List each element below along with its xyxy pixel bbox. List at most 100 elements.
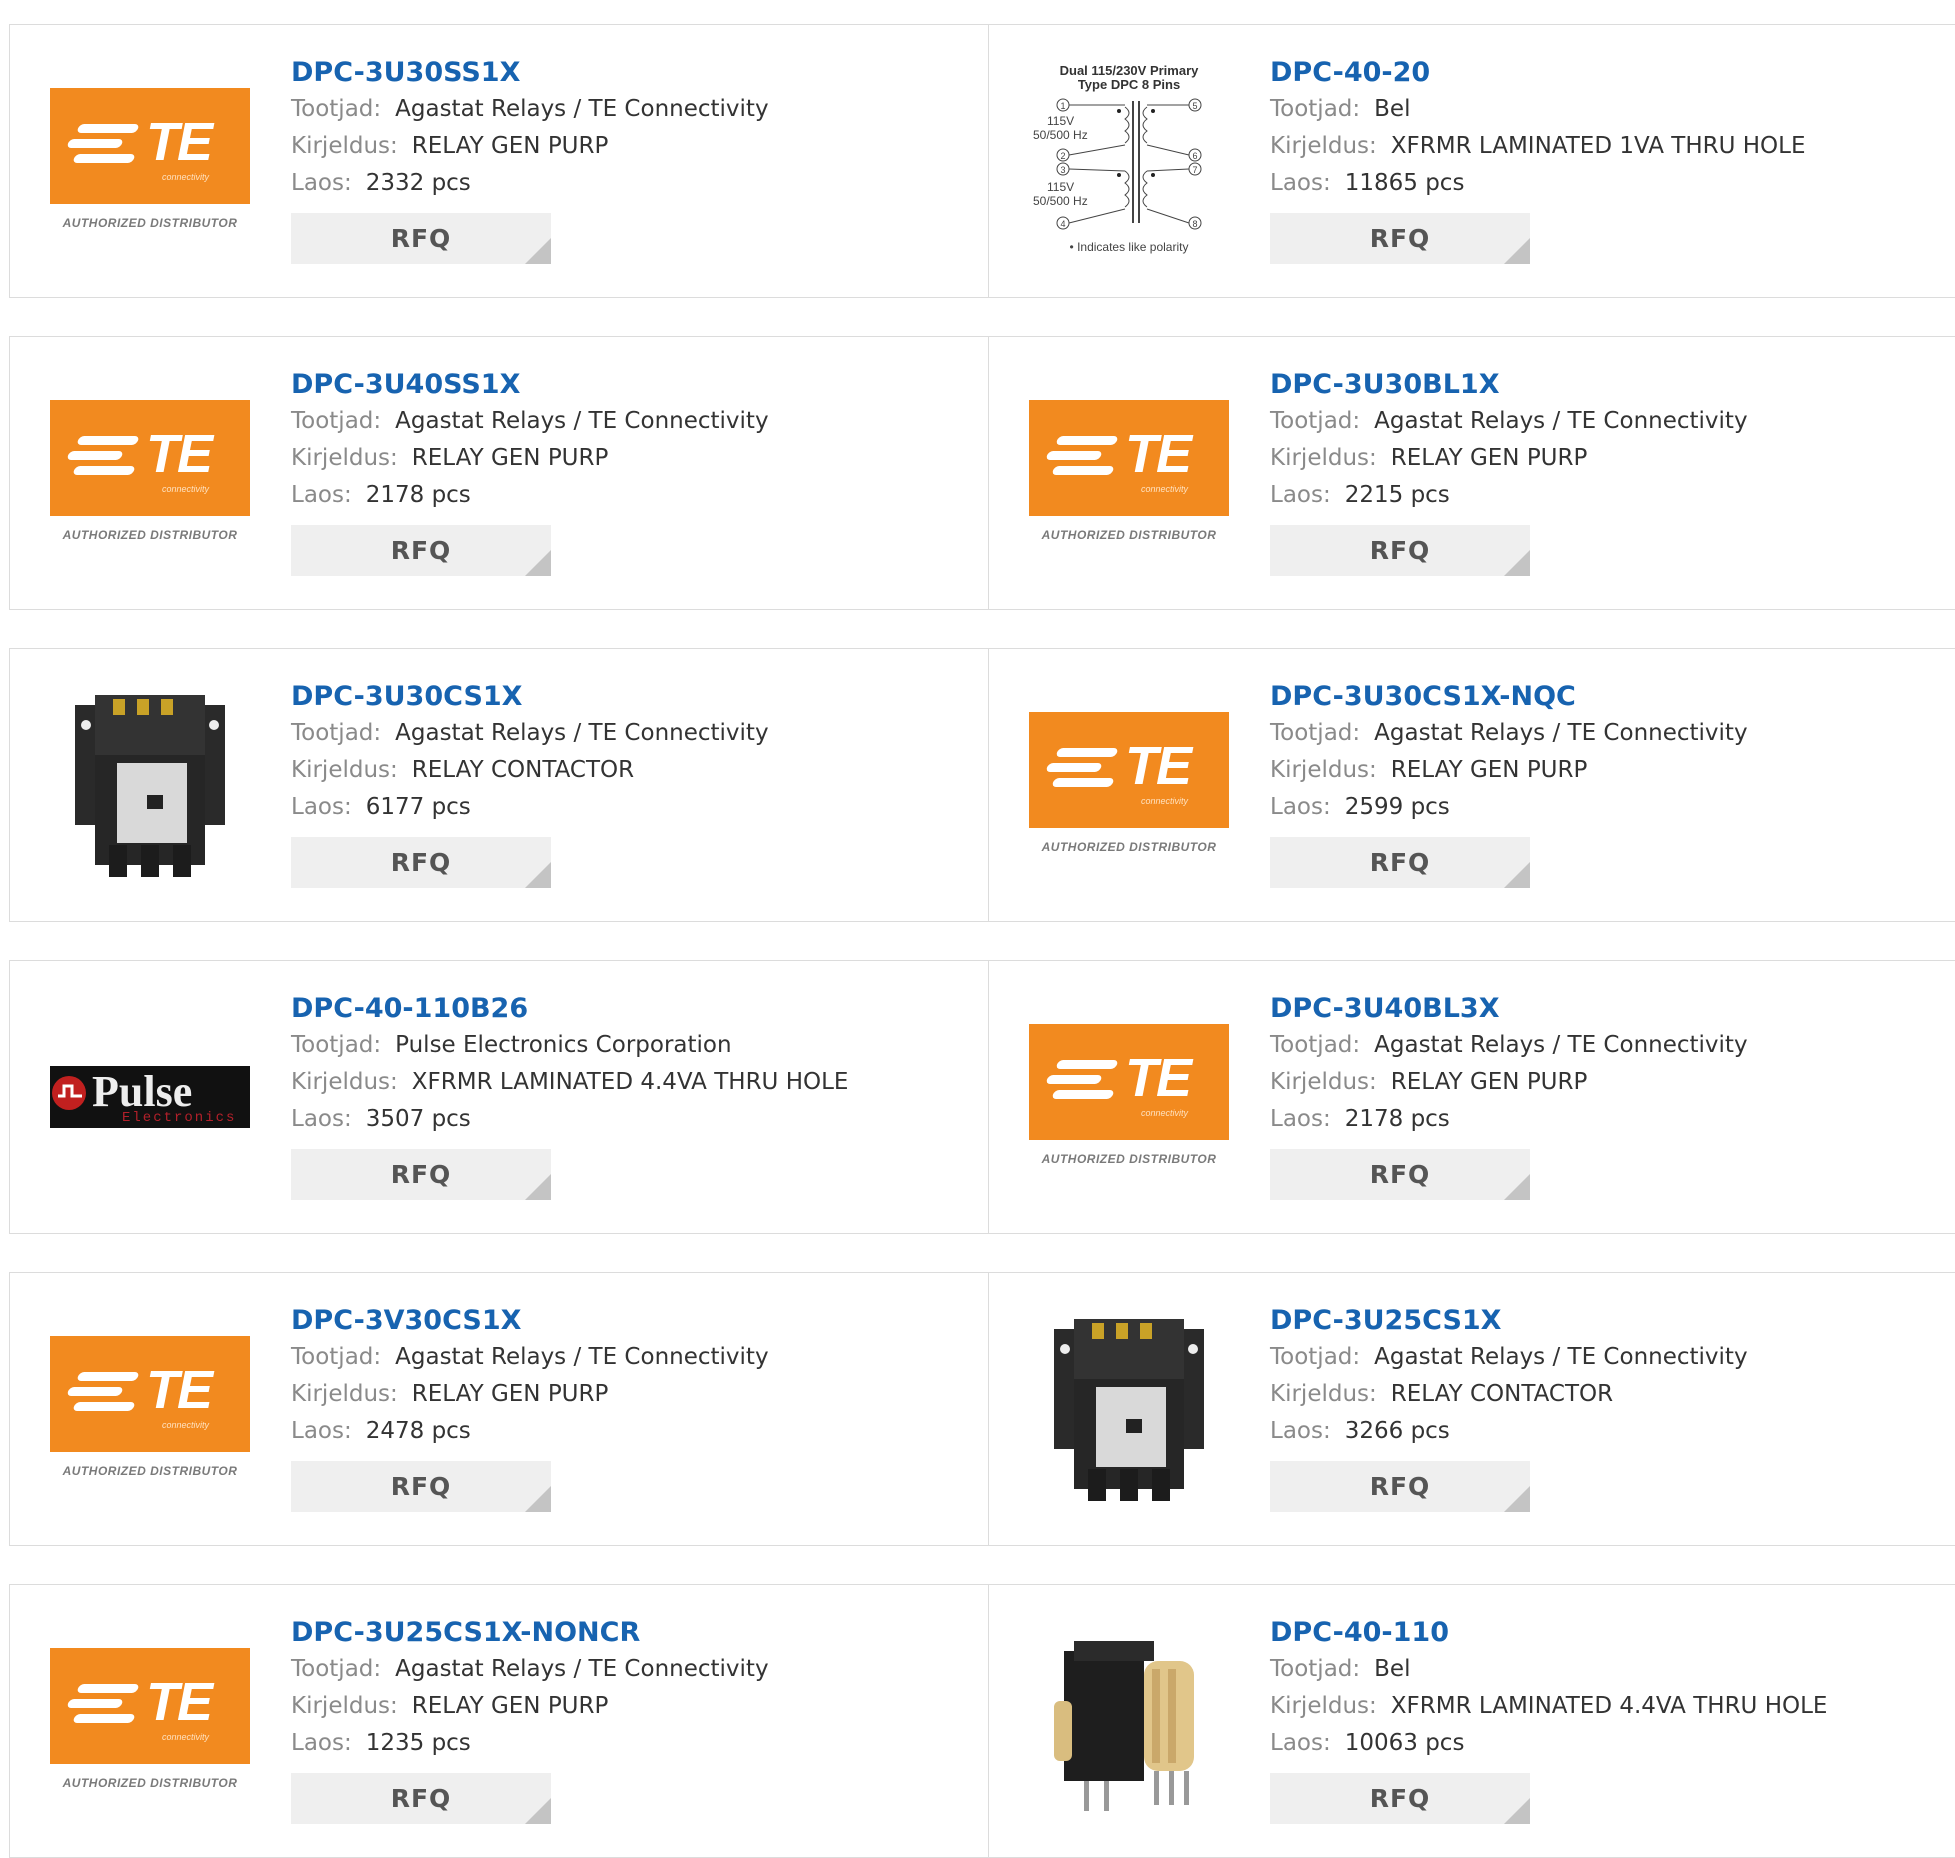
product-info: DPC-40-110 Tootjad: Bel Kirjeldus: XFRMR LAM… (1270, 1615, 1827, 1824)
product-part-number-link[interactable]: DPC-40-110 (1270, 1615, 1827, 1651)
product-part-number-link[interactable]: DPC-3U25CS1X-NONCR (291, 1615, 769, 1651)
manufacturer-row: Tootjad: Agastat Relays / TE Connectivity (1270, 1027, 1748, 1064)
product-image[interactable]: TE connectivity AUTHORIZED DISTRIBUTOR (1029, 997, 1229, 1197)
rfq-button-label: RFQ (1369, 536, 1431, 565)
product-image[interactable]: TE connectivity AUTHORIZED DISTRIBUTOR (50, 61, 250, 261)
description-label: Kirjeldus: (291, 1381, 398, 1407)
product-card: DPC-40-110 Tootjad: Bel Kirjeldus: XFRMR LAM… (988, 1585, 1955, 1857)
manufacturer-label: Tootjad: (291, 408, 382, 434)
rfq-button[interactable]: RFQ (291, 525, 551, 576)
rfq-button[interactable]: RFQ (1270, 525, 1530, 576)
transformer-schematic-diagram: Dual 115/230V Primary Type DPC 8 Pins 1 … (1033, 63, 1202, 254)
description-label: Kirjeldus: (1270, 1069, 1377, 1095)
product-part-number-link[interactable]: DPC-3U40BL3X (1270, 991, 1748, 1027)
description-row: Kirjeldus: RELAY GEN PURP (1270, 752, 1748, 789)
stock-row: Laos: 1235 pcs (291, 1725, 769, 1762)
rfq-button[interactable]: RFQ (1270, 1461, 1530, 1512)
product-image[interactable]: TE connectivity AUTHORIZED DISTRIBUTOR (50, 373, 250, 573)
te-connectivity-logo: TE connectivity AUTHORIZED DISTRIBUTOR (50, 1336, 250, 1482)
product-image[interactable]: Dual 115/230V Primary Type DPC 8 Pins 1 … (1029, 61, 1229, 261)
rfq-button-label: RFQ (390, 536, 452, 565)
product-part-number-link[interactable]: DPC-3U25CS1X (1270, 1303, 1748, 1339)
description-row: Kirjeldus: RELAY GEN PURP (291, 1376, 769, 1413)
product-part-number-link[interactable]: DPC-3U30BL1X (1270, 367, 1748, 403)
rfq-button-label: RFQ (390, 1784, 452, 1813)
svg-text:6: 6 (1192, 151, 1197, 161)
svg-text:8: 8 (1192, 219, 1197, 229)
rfq-corner-triangle-icon (525, 862, 551, 888)
te-logo-orange-block: TE connectivity (1029, 400, 1229, 516)
product-card: TE connectivity AUTHORIZED DISTRIBUTOR D… (988, 649, 1955, 921)
svg-text:50/500 Hz: 50/500 Hz (1033, 128, 1088, 142)
rfq-button[interactable]: RFQ (1270, 1149, 1530, 1200)
product-info: DPC-40-110B26 Tootjad: Pulse Electronics C… (291, 991, 848, 1200)
product-info: DPC-40-20 Tootjad: Bel Kirjeldus: XFRMR LAMI… (1270, 55, 1806, 264)
product-card: TE connectivity AUTHORIZED DISTRIBUTOR D… (10, 1585, 988, 1857)
manufacturer-value: Agastat Relays / TE Connectivity (1374, 720, 1748, 746)
manufacturer-row: Tootjad: Agastat Relays / TE Connectivity (291, 715, 769, 752)
description-value: RELAY GEN PURP (411, 445, 609, 471)
manufacturer-row: Tootjad: Agastat Relays / TE Connectivity (1270, 1339, 1748, 1376)
product-image[interactable] (1029, 1309, 1229, 1509)
description-value: RELAY CONTACTOR (411, 757, 635, 783)
rfq-button[interactable]: RFQ (291, 1149, 551, 1200)
te-connectivity-logo: TE connectivity AUTHORIZED DISTRIBUTOR (50, 88, 250, 234)
rfq-corner-triangle-icon (1504, 238, 1530, 264)
description-label: Kirjeldus: (1270, 1693, 1377, 1719)
product-part-number-link[interactable]: DPC-40-20 (1270, 55, 1806, 91)
authorized-distributor-label: AUTHORIZED DISTRIBUTOR (1041, 528, 1217, 542)
product-image[interactable] (1029, 1621, 1229, 1821)
te-logo-sub: connectivity (162, 1732, 210, 1742)
product-part-number-link[interactable]: DPC-3U30CS1X (291, 679, 769, 715)
te-logo-bars-icon (1045, 436, 1119, 476)
stock-row: Laos: 6177 pcs (291, 789, 769, 826)
te-logo-sub: connectivity (162, 1420, 210, 1430)
rfq-button[interactable]: RFQ (291, 1773, 551, 1824)
product-part-number-link[interactable]: DPC-3U30SS1X (291, 55, 769, 91)
product-part-number-link[interactable]: DPC-40-110B26 (291, 991, 848, 1027)
manufacturer-value: Agastat Relays / TE Connectivity (395, 408, 769, 434)
rfq-corner-triangle-icon (525, 1486, 551, 1512)
product-image[interactable] (50, 685, 250, 885)
product-part-number-link[interactable]: DPC-3U40SS1X (291, 367, 769, 403)
stock-value: 2215 pcs (1344, 482, 1450, 508)
contactor-photo (1054, 1319, 1204, 1501)
manufacturer-value: Agastat Relays / TE Connectivity (395, 96, 769, 122)
authorized-distributor-label: AUTHORIZED DISTRIBUTOR (62, 528, 238, 542)
diagram-title-2: Type DPC 8 Pins (1078, 77, 1180, 92)
product-card: Pulse Electronics DPC-40-110B26 Tootjad: P… (10, 961, 988, 1233)
product-image[interactable]: TE connectivity AUTHORIZED DISTRIBUTOR (1029, 685, 1229, 885)
rfq-button[interactable]: RFQ (1270, 837, 1530, 888)
manufacturer-value: Agastat Relays / TE Connectivity (395, 1656, 769, 1682)
rfq-button[interactable]: RFQ (1270, 213, 1530, 264)
stock-row: Laos: 2478 pcs (291, 1413, 769, 1450)
rfq-corner-triangle-icon (525, 238, 551, 264)
manufacturer-row: Tootjad: Bel (1270, 1651, 1827, 1688)
description-value: RELAY GEN PURP (1390, 1069, 1588, 1095)
svg-text:1: 1 (1060, 101, 1065, 111)
svg-text:7: 7 (1192, 165, 1197, 175)
rfq-button[interactable]: RFQ (291, 1461, 551, 1512)
svg-text:2: 2 (1060, 151, 1065, 161)
te-connectivity-logo: TE connectivity AUTHORIZED DISTRIBUTOR (1029, 400, 1229, 546)
description-value: XFRMR LAMINATED 4.4VA THRU HOLE (1390, 1693, 1828, 1719)
rfq-button[interactable]: RFQ (1270, 1773, 1530, 1824)
rfq-button[interactable]: RFQ (291, 213, 551, 264)
te-logo-sub: connectivity (1141, 796, 1189, 806)
rfq-button-label: RFQ (390, 1472, 452, 1501)
product-image[interactable]: Pulse Electronics (50, 997, 250, 1197)
svg-text:115V: 115V (1047, 180, 1074, 194)
product-image[interactable]: TE connectivity AUTHORIZED DISTRIBUTOR (50, 1621, 250, 1821)
product-part-number-link[interactable]: DPC-3U30CS1X-NQC (1270, 679, 1748, 715)
rfq-button[interactable]: RFQ (291, 837, 551, 888)
product-image[interactable]: TE connectivity AUTHORIZED DISTRIBUTOR (1029, 373, 1229, 573)
product-info: DPC-3U30CS1X Tootjad: Agastat Relays / TE … (291, 679, 769, 888)
stock-row: Laos: 2215 pcs (1270, 477, 1748, 514)
rfq-button-label: RFQ (1369, 1784, 1431, 1813)
description-value: RELAY GEN PURP (411, 133, 609, 159)
authorized-distributor-label: AUTHORIZED DISTRIBUTOR (62, 1776, 238, 1790)
product-part-number-link[interactable]: DPC-3V30CS1X (291, 1303, 769, 1339)
product-image[interactable]: TE connectivity AUTHORIZED DISTRIBUTOR (50, 1309, 250, 1509)
authorized-distributor-label: AUTHORIZED DISTRIBUTOR (1041, 840, 1217, 854)
rfq-button-label: RFQ (390, 848, 452, 877)
